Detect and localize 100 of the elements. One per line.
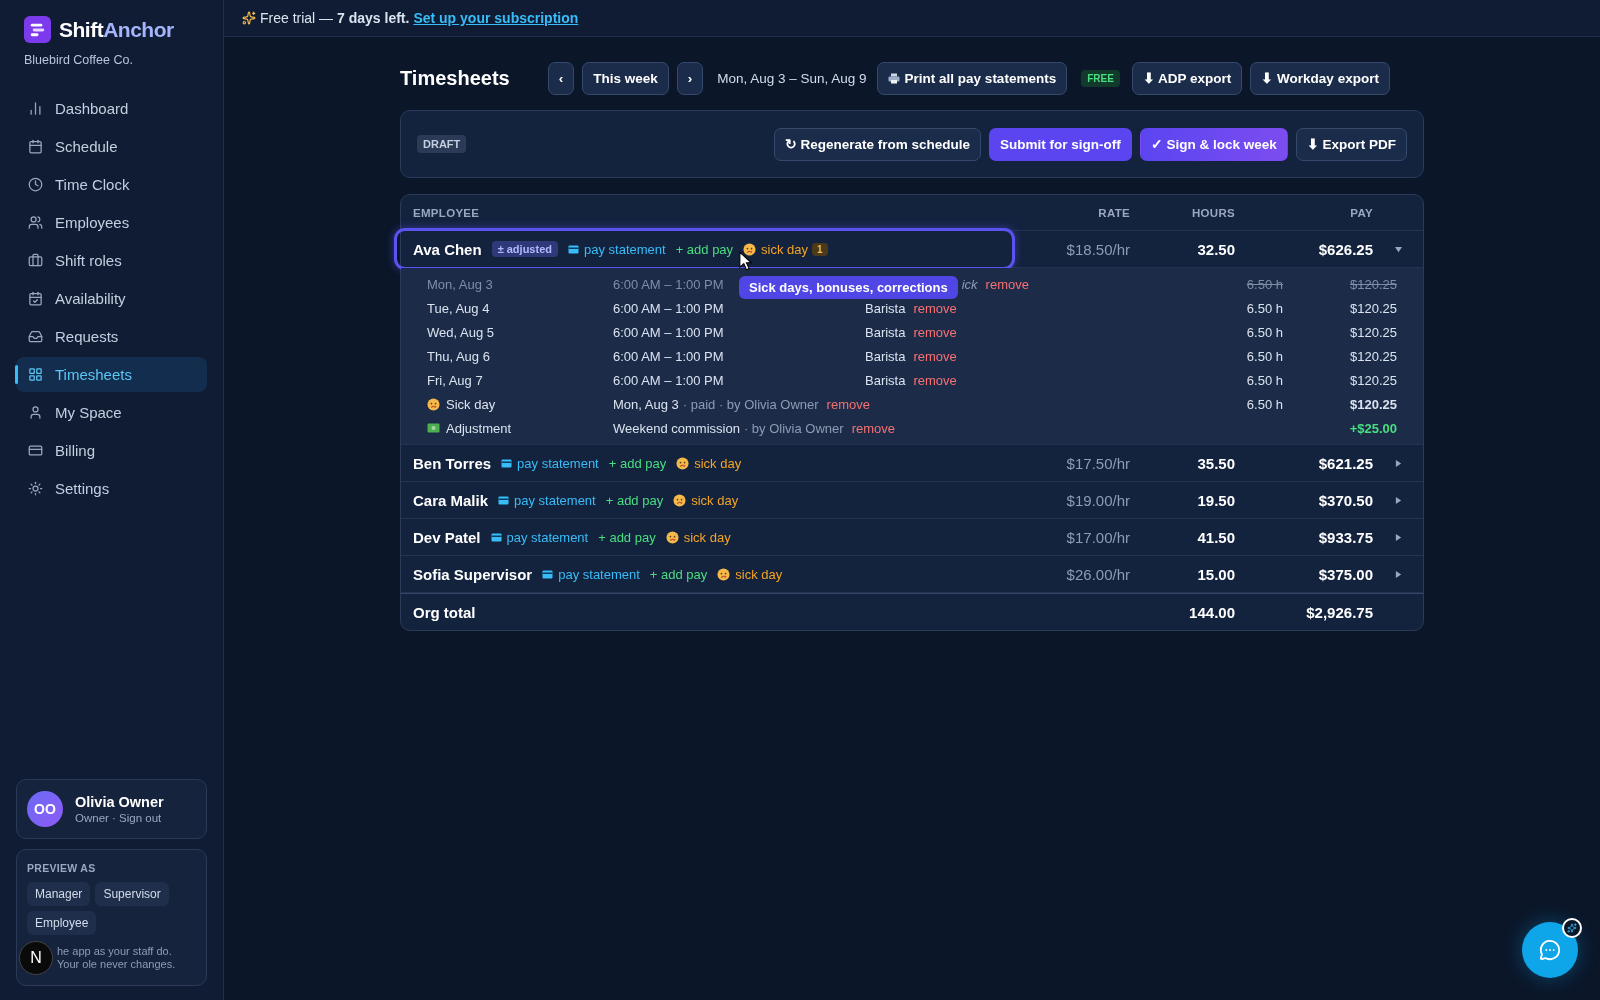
sick-day-link[interactable]: sick day <box>665 529 731 545</box>
sick-face-icon <box>673 493 687 507</box>
pay-statement-link[interactable]: pay statement <box>567 241 666 257</box>
shift-date: Fri, Aug 7 <box>427 372 483 388</box>
shift-pay: $120.25 <box>1349 372 1397 388</box>
sick-day-link[interactable]: sick day <box>743 241 809 257</box>
sick-face-icon <box>676 456 690 470</box>
shift-role: Barista <box>865 324 906 340</box>
entry-hours: 6.50 h <box>1245 396 1283 412</box>
shift-role: Barista <box>865 372 906 388</box>
remove-link[interactable]: remove <box>913 372 957 388</box>
shift-hours: 6.50 h <box>1245 300 1283 316</box>
pay-statement-link[interactable]: pay statement <box>490 529 589 545</box>
shift-date: Wed, Aug 5 <box>427 324 494 340</box>
column-header: EMPLOYEE <box>413 206 481 219</box>
nav-item[interactable]: Shift roles <box>16 243 207 278</box>
entry-pay: $120.25 <box>1349 396 1397 412</box>
add-pay-link[interactable]: + add pay <box>608 455 667 471</box>
sick-face-icon <box>427 397 440 411</box>
nav-item[interactable]: Dashboard <box>16 91 207 126</box>
shift-role: Barista <box>865 348 906 364</box>
nav-item[interactable]: Requests <box>16 319 207 354</box>
hours-cell-text: 35.50 <box>1196 454 1235 472</box>
brand-name: ShiftAnchor <box>59 17 174 42</box>
preview-role-button[interactable]: Supervisor <box>95 882 169 906</box>
rate-cell-text: $17.00/hr <box>1065 528 1130 546</box>
chat-icon <box>1539 939 1561 961</box>
sick-day-link[interactable]: sick day <box>717 566 783 582</box>
pay-statement-link[interactable]: pay statement <box>501 455 599 471</box>
nav-item[interactable]: Time Clock <box>16 167 207 202</box>
action-button[interactable]: ✓ Sign & lock week <box>1139 127 1288 161</box>
pay-statement-link[interactable]: pay statement <box>542 566 640 582</box>
nav-item[interactable]: Availability <box>16 281 207 316</box>
subscription-link[interactable]: Set up your subscription <box>413 10 579 26</box>
action-button[interactable]: ↻ Regenerate from schedule <box>773 127 981 161</box>
entry-label: Sick day <box>427 396 496 412</box>
add-pay-link[interactable]: + add pay <box>605 492 664 508</box>
nav-icon <box>28 253 43 268</box>
shift-pay: $120.25 <box>1349 348 1397 364</box>
preview-role-button[interactable]: Manager <box>27 882 91 906</box>
shift-pay: $120.25 <box>1349 300 1397 316</box>
nav-item[interactable]: Settings <box>16 471 207 506</box>
card-icon <box>567 244 579 254</box>
shift-time: 6:00 AM – 1:00 PM <box>613 372 724 388</box>
next-week-button[interactable]: › <box>676 61 704 95</box>
preview-role-button[interactable]: Employee <box>27 911 97 935</box>
remove-link[interactable]: remove <box>913 324 957 340</box>
shift-time: 6:00 AM – 1:00 PM <box>613 348 724 364</box>
cash-icon <box>427 423 440 433</box>
remove-link[interactable]: remove <box>913 300 957 316</box>
remove-link[interactable]: remove <box>826 396 870 412</box>
nav-icon <box>28 329 43 344</box>
export-button[interactable]: ⬇ ADP export <box>1131 61 1243 95</box>
organization-name: Bluebird Coffee Co. <box>23 52 134 67</box>
this-week-button[interactable]: This week <box>582 61 669 95</box>
total-label: Org total <box>413 603 477 621</box>
print-statements-button[interactable]: Print all pay statements <box>876 61 1068 95</box>
action-button[interactable]: Submit for sign-off <box>988 127 1132 161</box>
add-pay-link[interactable]: + add pay <box>598 529 656 545</box>
pay-cell-text: $621.25 <box>1317 454 1373 472</box>
sparkle-icon <box>242 11 256 25</box>
nav-icon <box>28 177 43 192</box>
sick-day-link[interactable]: sick day <box>673 492 739 508</box>
nav-item[interactable]: My Space <box>16 395 207 430</box>
add-pay-link[interactable]: + add pay <box>649 566 708 582</box>
nav-item[interactable]: Employees <box>16 205 207 240</box>
add-pay-link[interactable]: + add pay <box>675 241 734 257</box>
action-button[interactable]: ⬇ Export PDF <box>1295 127 1407 161</box>
pay-statement-link[interactable]: pay statement <box>498 492 596 508</box>
nav-icon <box>28 291 43 306</box>
date-range: Mon, Aug 3 – Sun, Aug 9 <box>717 70 867 86</box>
export-button[interactable]: ⬇ Workday export <box>1250 61 1390 95</box>
column-header: RATE <box>1097 206 1130 219</box>
employee-name: Ava Chen <box>413 240 482 258</box>
remove-link[interactable]: remove <box>913 348 957 364</box>
hours-cell-text: 41.50 <box>1196 528 1235 546</box>
nav-icon <box>28 215 43 230</box>
shift-time: 6:00 AM – 1:00 PM <box>613 300 724 316</box>
rate-cell-text: $17.50/hr <box>1065 454 1130 472</box>
total-hours: 144.00 <box>1188 603 1235 621</box>
sick-day-link[interactable]: sick day <box>676 455 742 471</box>
nav-icon <box>28 481 43 496</box>
nav-item[interactable]: Billing <box>16 433 207 468</box>
remove-link[interactable]: remove <box>851 420 895 436</box>
previous-week-button[interactable]: ‹ <box>547 61 575 95</box>
dev-tools-button[interactable]: N <box>19 941 53 975</box>
user-name: Olivia Owner <box>75 794 164 810</box>
nav-item[interactable]: Timesheets <box>16 357 207 392</box>
shift-time: 6:00 AM – 1:00 PM <box>613 276 724 292</box>
pay-cell-text: $375.00 <box>1317 565 1373 583</box>
remove-link[interactable]: remove <box>985 276 1029 292</box>
entry-meta: · by Olivia Owner <box>743 420 844 436</box>
nav-item[interactable]: Schedule <box>16 129 207 164</box>
pay-cell-text: $626.25 <box>1317 240 1373 258</box>
total-pay: $2,926.75 <box>1305 603 1373 621</box>
employee-name: Ben Torres <box>413 454 492 472</box>
column-header: PAY <box>1349 206 1373 219</box>
card-icon <box>490 532 502 542</box>
shift-date: Mon, Aug 3 <box>427 276 493 292</box>
shift-date: Thu, Aug 6 <box>427 348 490 364</box>
